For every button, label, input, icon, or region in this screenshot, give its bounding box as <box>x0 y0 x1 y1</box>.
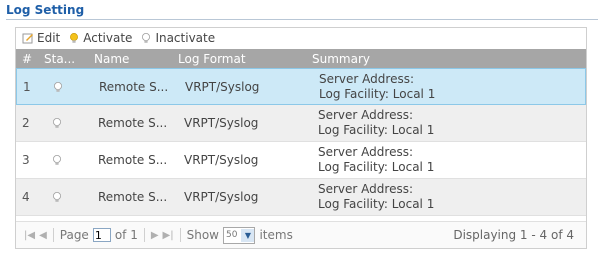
activate-label: Activate <box>83 31 133 45</box>
chevron-down-icon[interactable]: ▼ <box>241 228 255 242</box>
previous-page-icon[interactable]: ◀ <box>39 230 47 241</box>
summary-server-address: Server Address: <box>318 182 413 196</box>
items-label: items <box>259 228 293 242</box>
summary-log-facility: Log Facility: Local 1 <box>318 123 435 137</box>
log-setting-panel: Edit Activate Inactivate # Sta... Name L… <box>15 27 587 249</box>
row-name: Remote S... <box>98 116 168 130</box>
lightbulb-on-icon <box>68 32 80 44</box>
pager-divider <box>179 228 181 242</box>
lightbulb-off-icon <box>140 32 152 44</box>
column-header-status[interactable]: Sta... <box>38 52 88 66</box>
row-summary: Server Address: Log Facility: Local 1 <box>312 145 586 175</box>
show-label: Show <box>186 228 219 242</box>
edit-label: Edit <box>37 31 61 45</box>
inactivate-button[interactable]: Inactivate <box>140 31 215 45</box>
pager-divider <box>52 228 54 242</box>
lightbulb-off-icon <box>38 154 70 166</box>
summary-log-facility: Log Facility: Local 1 <box>318 160 435 174</box>
toolbar: Edit Activate Inactivate <box>16 28 586 48</box>
displaying-count: Displaying 1 - 4 of 4 <box>453 228 574 242</box>
column-header-summary[interactable]: Summary <box>306 52 586 66</box>
pager-divider <box>143 228 145 242</box>
row-num: 1 <box>23 79 31 94</box>
column-header-name[interactable]: Name <box>88 52 172 66</box>
row-num: 4 <box>22 190 30 204</box>
row-num: 3 <box>22 153 30 167</box>
table-row[interactable]: 4 Remote S... VRPT/Syslog Server Address… <box>16 179 586 216</box>
row-summary: Server Address: Log Facility: Local 1 <box>313 72 585 102</box>
summary-log-facility: Log Facility: Local 1 <box>318 197 435 211</box>
inactivate-label: Inactivate <box>155 31 216 45</box>
lightbulb-off-icon <box>39 81 71 93</box>
column-header-log-format[interactable]: Log Format <box>172 52 306 66</box>
table-header: # Sta... Name Log Format Summary <box>16 49 586 68</box>
edit-button[interactable]: Edit <box>22 31 60 45</box>
page-size-select[interactable]: 50 ▼ <box>223 226 256 244</box>
edit-icon <box>22 32 34 44</box>
page-size-value: 50 <box>226 230 238 240</box>
next-page-icon[interactable]: ▶ <box>151 230 159 241</box>
row-name: Remote S... <box>99 79 169 94</box>
title-divider <box>6 19 598 20</box>
summary-log-facility: Log Facility: Local 1 <box>319 86 436 101</box>
activate-button[interactable]: Activate <box>68 31 132 45</box>
first-page-icon[interactable]: |◀ <box>24 230 35 241</box>
page-number-input[interactable] <box>92 228 111 242</box>
row-name: Remote S... <box>98 190 168 204</box>
lightbulb-off-icon <box>38 117 70 129</box>
table-row[interactable]: 2 Remote S... VRPT/Syslog Server Address… <box>16 105 586 142</box>
page-title: Log Setting <box>6 3 85 17</box>
table-row[interactable]: 1 Remote S... VRPT/Syslog Server Address… <box>16 68 586 105</box>
pagination-bar: |◀ ◀ Page of 1 ▶ ▶| Show 50 ▼ items Disp… <box>16 221 586 248</box>
page-count-label: of 1 <box>114 228 138 242</box>
row-log-format: VRPT/Syslog <box>184 190 259 204</box>
page-label: Page <box>59 228 89 242</box>
summary-server-address: Server Address: <box>318 145 413 159</box>
row-summary: Server Address: Log Facility: Local 1 <box>312 182 586 212</box>
row-log-format: VRPT/Syslog <box>184 153 259 167</box>
table-row[interactable]: 3 Remote S... VRPT/Syslog Server Address… <box>16 142 586 179</box>
lightbulb-off-icon <box>38 191 70 203</box>
row-num: 2 <box>22 116 30 130</box>
row-summary: Server Address: Log Facility: Local 1 <box>312 108 586 138</box>
column-header-num[interactable]: # <box>16 52 38 66</box>
row-name: Remote S... <box>98 153 168 167</box>
summary-server-address: Server Address: <box>318 108 413 122</box>
row-log-format: VRPT/Syslog <box>185 79 260 94</box>
last-page-icon[interactable]: ▶| <box>163 230 174 241</box>
summary-server-address: Server Address: <box>319 71 414 86</box>
row-log-format: VRPT/Syslog <box>184 116 259 130</box>
table-body: 1 Remote S... VRPT/Syslog Server Address… <box>16 68 586 216</box>
